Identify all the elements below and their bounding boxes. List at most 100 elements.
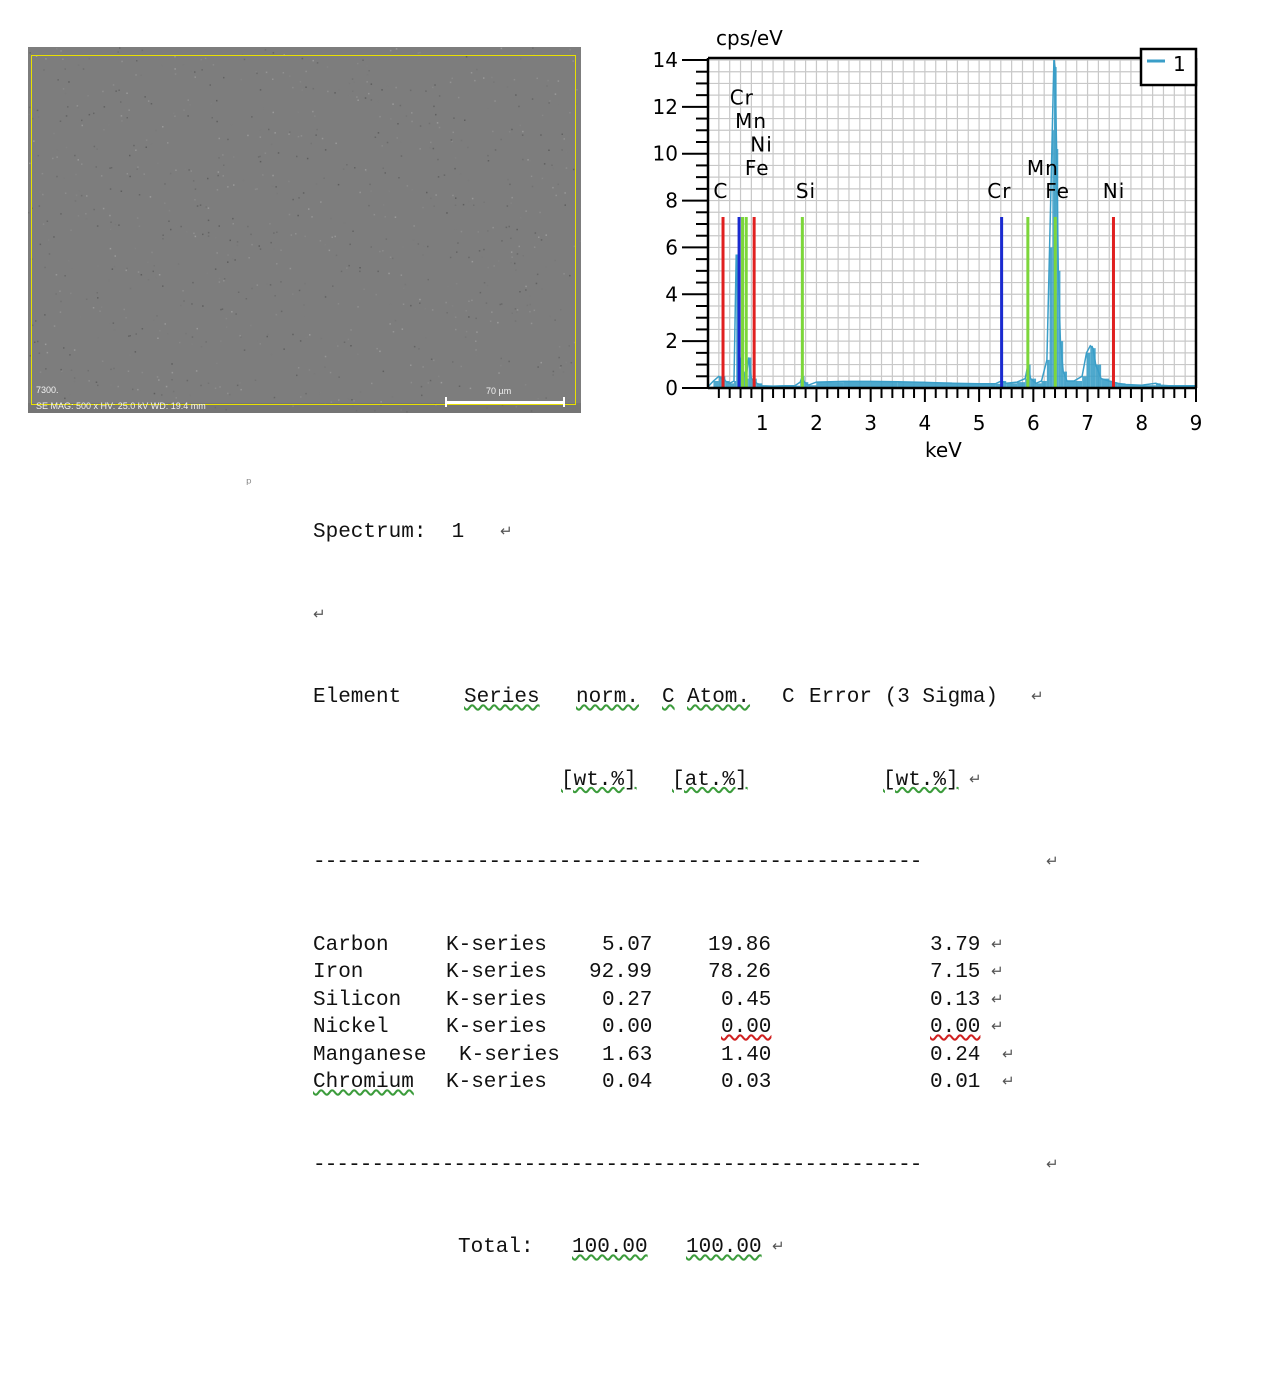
return-mark: ↵ <box>1002 1074 1015 1091</box>
total-row: Total: 100.00 100.00 ↵ <box>313 1234 1093 1262</box>
blank-line: ↵ <box>313 602 1093 630</box>
y-tick-label: 10 <box>653 142 678 166</box>
chart-grid <box>707 59 1197 389</box>
x-tick-label: 6 <box>1027 411 1040 435</box>
header-norm: norm. <box>576 686 640 709</box>
y-tick-label: 12 <box>653 95 678 119</box>
x-tick-label: 1 <box>756 411 769 435</box>
y-tick-label: 14 <box>653 48 678 72</box>
cell-element: Silicon <box>313 988 402 1012</box>
cell-element: Nickel <box>313 1016 389 1039</box>
sem-scale-bar <box>445 397 565 407</box>
element-label: Cr <box>730 86 754 110</box>
cell-element: Carbon <box>313 933 389 957</box>
y-tick-label: 8 <box>665 189 678 213</box>
cell-atom: 78.26 <box>708 961 772 984</box>
divider-top: ----------------------------------------… <box>313 849 1093 877</box>
sem-scale-label: 70 µm <box>486 386 512 396</box>
sem-micrograph: 7300. SE MAG: 500 x HV: 25.0 kV WD: 19.4… <box>28 47 581 413</box>
element-label: Ni <box>1103 179 1126 203</box>
cell-series: K-series <box>446 1071 547 1094</box>
cell-norm: 0.00 <box>602 1016 653 1039</box>
sem-sample-id: 7300. <box>36 385 59 395</box>
series-bin <box>1090 345 1093 388</box>
series-bin <box>1082 376 1087 388</box>
cell-atom: 0.00 <box>721 1016 772 1039</box>
return-mark: ↵ <box>313 606 326 624</box>
return-mark: ↵ <box>991 991 1004 1009</box>
return-mark: ↵ <box>1002 1046 1015 1064</box>
x-tick-label: 5 <box>973 411 986 435</box>
cell-atom: 1.40 <box>721 1043 772 1067</box>
header-element: Element <box>313 686 402 709</box>
cell-norm: 1.63 <box>602 1043 653 1067</box>
table-row: Nickel K-series 0.00 0.00 0.00 ↵ <box>313 1014 1093 1042</box>
series-bin <box>1049 247 1053 388</box>
legend-label: 1 <box>1173 52 1186 76</box>
y-axis-title: cps/eV <box>716 26 783 50</box>
chart-legend: 1 <box>1139 47 1198 87</box>
total-label: Total: <box>458 1236 534 1259</box>
cell-norm: 0.27 <box>602 988 653 1012</box>
sem-selection-frame <box>31 55 576 405</box>
header-error: Error (3 Sigma) <box>809 686 999 709</box>
eds-spectrum-chart: 1 2 3 4 5 6 7 8 902468101214CrMnNiFeC SiMnCr Fe Ni … <box>653 26 1203 462</box>
x-tick-label: 9 <box>1190 411 1203 435</box>
x-tick-label: 8 <box>1135 411 1148 435</box>
x-axis-title: keV <box>925 438 962 462</box>
divider-text: ----------------------------------------… <box>313 851 922 874</box>
table-row: Silicon K-series 0.27 0.45 0.13 ↵ <box>313 987 1093 1015</box>
x-tick-label: 2 <box>810 411 823 435</box>
cell-element: Chromium <box>313 1071 414 1094</box>
return-mark: ↵ <box>969 771 982 789</box>
x-tick-label: 4 <box>919 411 932 435</box>
element-label: Mn <box>1027 156 1059 180</box>
spectrum-line: Spectrum: 1 ↵ <box>313 519 1093 547</box>
cell-error: 7.15 <box>930 961 981 984</box>
return-mark: ↵ <box>991 1019 1004 1036</box>
element-label: Ni <box>750 132 773 156</box>
x-tick-label: 7 <box>1081 411 1094 435</box>
cell-error: 0.24 <box>930 1043 981 1067</box>
total-norm: 100.00 <box>572 1236 648 1259</box>
element-label: Cr <box>987 179 1011 203</box>
total-atom: 100.00 <box>686 1236 762 1259</box>
return-mark: ↵ <box>1031 689 1044 706</box>
sem-acquisition-info: SE MAG: 500 x HV: 25.0 kV WD: 19.4 mm <box>36 401 206 411</box>
cell-series: K-series <box>446 988 547 1012</box>
result-rows: Carbon K-series 5.07 19.86 3.79 ↵ Iron K-series… <box>313 932 1093 1097</box>
header-series: Series <box>464 686 540 709</box>
divider-bottom: ----------------------------------------… <box>313 1152 1093 1180</box>
eds-quant-report: Spectrum: 1 ↵ ↵ Element Series norm. C At… <box>313 464 1093 1289</box>
y-tick-label: 6 <box>665 235 678 259</box>
cell-element: Iron <box>313 961 364 984</box>
cell-error: 0.13 <box>930 988 981 1012</box>
header-c2: C <box>782 686 795 709</box>
cell-norm: 0.04 <box>602 1071 653 1094</box>
return-mark: ↵ <box>991 964 1004 981</box>
return-mark: ↵ <box>991 936 1004 954</box>
table-header-row: Element Series norm. C Atom. C Error (3 … <box>313 684 1093 712</box>
cell-error: 3.79 <box>930 933 981 957</box>
element-label: Fe <box>1045 179 1070 203</box>
cell-series: K-series <box>446 1016 547 1039</box>
cell-error: 0.01 <box>930 1071 981 1094</box>
element-label: Fe <box>745 156 770 180</box>
x-tick-label: 3 <box>864 411 877 435</box>
header-c1: C <box>662 686 675 709</box>
table-row: Chromium K-series 0.04 0.03 0.01 ↵ <box>313 1069 1093 1097</box>
cell-atom: 0.45 <box>721 988 772 1012</box>
unit-error: [wt.%] <box>883 768 959 792</box>
series-bin <box>1046 359 1050 388</box>
table-row: Manganese K-series 1.63 1.40 0.24 ↵ <box>313 1042 1093 1070</box>
cell-series: K-series <box>446 961 547 984</box>
spectrum-label: Spectrum: 1 <box>313 521 465 544</box>
cell-norm: 92.99 <box>589 961 653 984</box>
cell-series: K-series <box>459 1043 560 1067</box>
return-mark: ↵ <box>1046 1156 1059 1174</box>
table-units-row: [wt.%] [at.%] [wt.%] ↵ <box>313 767 1093 795</box>
paragraph-anchor-mark: ᵖ <box>246 476 252 492</box>
return-mark: ↵ <box>772 1239 785 1256</box>
cell-element: Manganese <box>313 1043 427 1067</box>
y-tick-label: 4 <box>665 282 678 306</box>
